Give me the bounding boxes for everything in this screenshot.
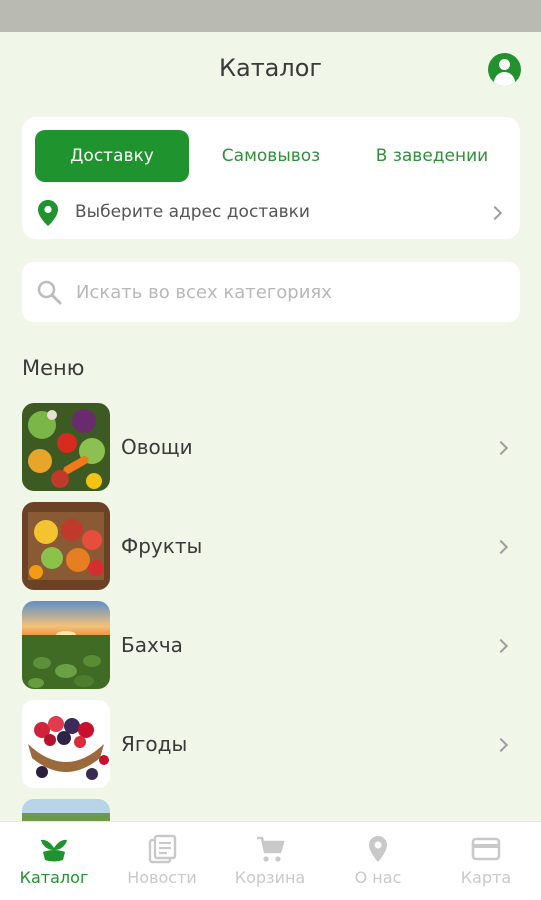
- nav-card[interactable]: Карта: [432, 822, 540, 900]
- menu-item-label: Фрукты: [121, 534, 203, 558]
- page-title: Каталог: [218, 54, 323, 82]
- menu-item-vegetables[interactable]: Овощи: [0, 403, 541, 495]
- tab-delivery[interactable]: Доставку: [35, 130, 189, 182]
- menu-item-label: Ягоды: [121, 732, 188, 756]
- menu-item-label: Бахча: [121, 633, 183, 657]
- chevron-right-icon: [493, 440, 509, 456]
- nav-news[interactable]: Новости: [108, 822, 216, 900]
- chevron-right-icon: [487, 205, 503, 221]
- chevron-right-icon: [493, 539, 509, 555]
- category-image: [22, 799, 110, 821]
- chevron-right-icon: [493, 737, 509, 753]
- credit-card-icon: [471, 837, 501, 861]
- chevron-right-icon: [493, 638, 509, 654]
- vegetables-image: [22, 403, 110, 491]
- location-pin-icon: [38, 200, 58, 226]
- melons-image: [22, 601, 110, 689]
- menu-item-fruits[interactable]: Фрукты: [0, 502, 541, 594]
- nav-label: Карта: [460, 868, 512, 887]
- search-icon: [37, 280, 62, 305]
- nav-about[interactable]: О нас: [324, 822, 432, 900]
- tab-pickup[interactable]: Самовывоз: [204, 130, 338, 182]
- profile-icon[interactable]: [488, 53, 521, 86]
- app-header: Каталог: [0, 32, 541, 108]
- menu-item-berries[interactable]: Ягоды: [0, 700, 541, 792]
- nav-cart[interactable]: Корзина: [216, 822, 324, 900]
- tab-in-venue[interactable]: В заведении: [352, 130, 512, 182]
- delivery-mode-card: Доставку Самовывоз В заведении Выберите …: [22, 117, 520, 239]
- news-icon: [148, 834, 177, 864]
- menu-list: Овощи Фрукты Бахча Ягоды: [0, 403, 541, 821]
- berries-image: [22, 700, 110, 788]
- fruits-image: [22, 502, 110, 590]
- cart-icon: [257, 836, 285, 862]
- nav-label: Каталог: [19, 868, 89, 887]
- menu-item-label: Овощи: [121, 435, 193, 459]
- address-selector[interactable]: Выберите адрес доставки: [22, 197, 520, 229]
- nav-label: Новости: [127, 868, 197, 887]
- nav-label: О нас: [354, 868, 402, 887]
- status-bar: [0, 0, 541, 32]
- search-input[interactable]: [76, 276, 506, 308]
- bottom-navigation: Каталог Новости Корзина О нас Карта: [0, 821, 541, 900]
- nav-label: Корзина: [234, 868, 306, 887]
- nav-catalog[interactable]: Каталог: [0, 822, 108, 900]
- menu-section-title: Меню: [22, 356, 85, 380]
- search-bar: [22, 262, 520, 322]
- location-pin-icon: [369, 836, 387, 862]
- menu-item-melons[interactable]: Бахча: [0, 601, 541, 693]
- address-prompt: Выберите адрес доставки: [75, 202, 310, 222]
- menu-item-partial[interactable]: [0, 799, 541, 821]
- sprout-icon: [41, 839, 67, 862]
